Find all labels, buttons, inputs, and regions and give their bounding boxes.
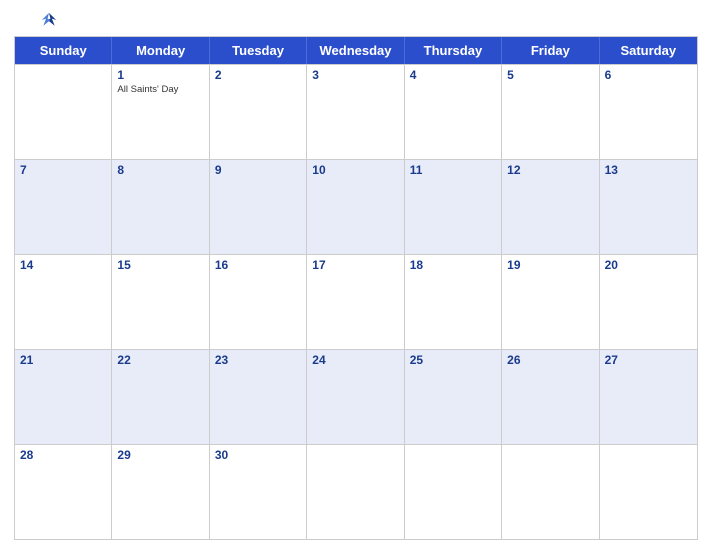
day-cell: 7 — [15, 160, 112, 254]
day-cell: 8 — [112, 160, 209, 254]
day-number: 16 — [215, 258, 301, 272]
day-number: 27 — [605, 353, 692, 367]
day-cell — [502, 445, 599, 539]
day-number: 1 — [117, 68, 203, 82]
day-cell — [15, 65, 112, 159]
day-number: 3 — [312, 68, 398, 82]
day-cell: 30 — [210, 445, 307, 539]
day-cell: 6 — [600, 65, 697, 159]
day-cell: 1 All Saints' Day — [112, 65, 209, 159]
day-number: 5 — [507, 68, 593, 82]
calendar-page: SundayMondayTuesdayWednesdayThursdayFrid… — [0, 0, 712, 550]
day-number: 4 — [410, 68, 496, 82]
day-header-friday: Friday — [502, 37, 599, 64]
day-header-tuesday: Tuesday — [210, 37, 307, 64]
day-cell: 23 — [210, 350, 307, 444]
day-number: 15 — [117, 258, 203, 272]
week-row-4: 21 22 23 24 25 26 27 — [15, 349, 697, 444]
day-cell: 15 — [112, 255, 209, 349]
day-number: 21 — [20, 353, 106, 367]
day-number: 18 — [410, 258, 496, 272]
logo — [14, 10, 84, 30]
event-label: All Saints' Day — [117, 84, 203, 95]
day-number: 29 — [117, 448, 203, 462]
day-number: 2 — [215, 68, 301, 82]
day-cell: 5 — [502, 65, 599, 159]
day-cell: 22 — [112, 350, 209, 444]
day-cell: 2 — [210, 65, 307, 159]
day-number: 22 — [117, 353, 203, 367]
day-number: 13 — [605, 163, 692, 177]
day-headers-row: SundayMondayTuesdayWednesdayThursdayFrid… — [15, 37, 697, 64]
day-number: 9 — [215, 163, 301, 177]
day-cell: 28 — [15, 445, 112, 539]
day-number: 11 — [410, 163, 496, 177]
day-header-monday: Monday — [112, 37, 209, 64]
day-number: 17 — [312, 258, 398, 272]
day-number: 23 — [215, 353, 301, 367]
day-cell: 13 — [600, 160, 697, 254]
day-number: 25 — [410, 353, 496, 367]
day-cell: 27 — [600, 350, 697, 444]
page-header — [14, 10, 698, 30]
day-number: 20 — [605, 258, 692, 272]
day-header-saturday: Saturday — [600, 37, 697, 64]
day-number: 6 — [605, 68, 692, 82]
day-number: 12 — [507, 163, 593, 177]
calendar-grid: SundayMondayTuesdayWednesdayThursdayFrid… — [14, 36, 698, 540]
calendar-weeks: 1All Saints' Day234567891011121314151617… — [15, 64, 697, 539]
day-cell: 11 — [405, 160, 502, 254]
day-cell: 16 — [210, 255, 307, 349]
day-cell: 14 — [15, 255, 112, 349]
day-number: 10 — [312, 163, 398, 177]
day-cell: 18 — [405, 255, 502, 349]
day-cell — [600, 445, 697, 539]
day-number: 14 — [20, 258, 106, 272]
day-cell: 17 — [307, 255, 404, 349]
day-cell: 21 — [15, 350, 112, 444]
day-cell: 4 — [405, 65, 502, 159]
day-number: 24 — [312, 353, 398, 367]
day-number: 7 — [20, 163, 106, 177]
day-number: 19 — [507, 258, 593, 272]
day-number: 26 — [507, 353, 593, 367]
day-cell — [307, 445, 404, 539]
day-cell: 25 — [405, 350, 502, 444]
week-row-2: 789 10 11 12 13 — [15, 159, 697, 254]
day-cell: 12 — [502, 160, 599, 254]
day-cell: 3 — [307, 65, 404, 159]
week-row-3: 14 15 16 17 18 19 20 — [15, 254, 697, 349]
logo-bird-icon — [34, 10, 64, 30]
day-number: 28 — [20, 448, 106, 462]
day-cell: 26 — [502, 350, 599, 444]
day-cell: 24 — [307, 350, 404, 444]
day-header-wednesday: Wednesday — [307, 37, 404, 64]
day-header-thursday: Thursday — [405, 37, 502, 64]
day-cell: 10 — [307, 160, 404, 254]
day-number: 8 — [117, 163, 203, 177]
day-cell: 29 — [112, 445, 209, 539]
day-cell: 9 — [210, 160, 307, 254]
day-number: 30 — [215, 448, 301, 462]
day-header-sunday: Sunday — [15, 37, 112, 64]
day-cell: 20 — [600, 255, 697, 349]
day-cell: 19 — [502, 255, 599, 349]
day-cell — [405, 445, 502, 539]
week-row-5: 28 29 30 — [15, 444, 697, 539]
week-row-1: 1 All Saints' Day 23456 — [15, 64, 697, 159]
